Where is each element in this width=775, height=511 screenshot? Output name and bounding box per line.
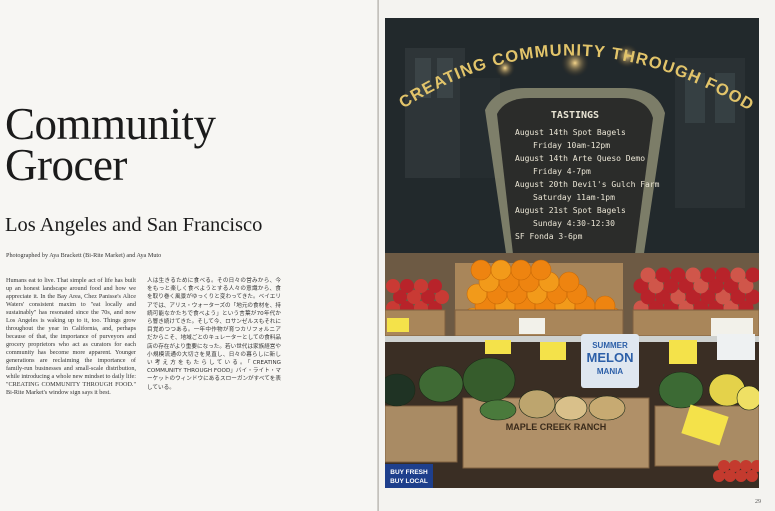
crate-label: MAPLE CREEK RANCH — [506, 422, 607, 432]
body-text-japanese: 人は生きるために食べる。その日々の営みから、今をもっと楽しく食べようとする人々の… — [147, 278, 281, 391]
tomato — [718, 460, 730, 472]
apple — [414, 279, 428, 293]
board-line: August 14th Spot Bagels — [515, 128, 626, 137]
market-window-photo: CREATING COMMUNITY THROUGH FOOD TASTINGS… — [385, 18, 759, 488]
apple — [730, 267, 746, 283]
board-line: Friday 10am-12pm — [533, 141, 610, 150]
body-text-english: Humans eat to live. That simple act of l… — [6, 277, 136, 396]
board-line: SF Fonda 3-6pm — [515, 232, 583, 241]
melon — [462, 357, 516, 403]
title-line-2: Grocer — [5, 140, 127, 190]
board-line: Saturday 11am-1pm — [533, 193, 615, 202]
apple — [670, 267, 686, 283]
orange — [558, 271, 580, 293]
article-title: Community Grocer — [5, 99, 216, 190]
melon — [418, 365, 464, 403]
melon — [479, 399, 517, 421]
board-line: August 20th Devil's Gulch Farm — [515, 180, 660, 189]
apple — [715, 267, 731, 283]
melon — [658, 371, 704, 409]
melon — [736, 385, 759, 411]
tomato — [729, 460, 741, 472]
melon — [588, 395, 626, 421]
apple — [655, 267, 671, 283]
page-number: 29 — [755, 499, 761, 505]
board-header: TASTINGS — [551, 110, 599, 121]
apple — [640, 267, 656, 283]
board-line: Friday 4-7pm — [533, 167, 591, 176]
board-line: August 21st Spot Bagels — [515, 206, 626, 215]
buy-fresh-sign: BUY FRESH — [390, 469, 428, 476]
apple — [400, 279, 414, 293]
board-line: Sunday 4:30-12:30 — [533, 219, 615, 228]
apple — [685, 267, 701, 283]
orange — [510, 259, 532, 281]
melon — [518, 389, 556, 419]
orange — [490, 259, 512, 281]
photo-credit: Photographed by Aya Brackett (Bi-Rite Ma… — [6, 252, 162, 259]
tomato — [740, 460, 752, 472]
right-page: CREATING COMMUNITY THROUGH FOOD TASTINGS… — [379, 0, 775, 511]
title-line-1: Community — [5, 99, 216, 149]
board-line: August 14th Arte Queso Demo — [515, 154, 645, 163]
apple — [386, 279, 400, 293]
article-subtitle: Los Angeles and San Francisco — [5, 214, 263, 236]
buy-local-sign: BUY LOCAL — [390, 478, 428, 485]
melon — [554, 395, 588, 421]
apple — [428, 279, 442, 293]
left-page: Community Grocer Los Angeles and San Fra… — [0, 0, 378, 511]
apple — [700, 267, 716, 283]
apples-right — [633, 267, 759, 316]
orange — [530, 259, 552, 281]
orange — [470, 259, 492, 281]
tomatoes — [713, 460, 759, 482]
